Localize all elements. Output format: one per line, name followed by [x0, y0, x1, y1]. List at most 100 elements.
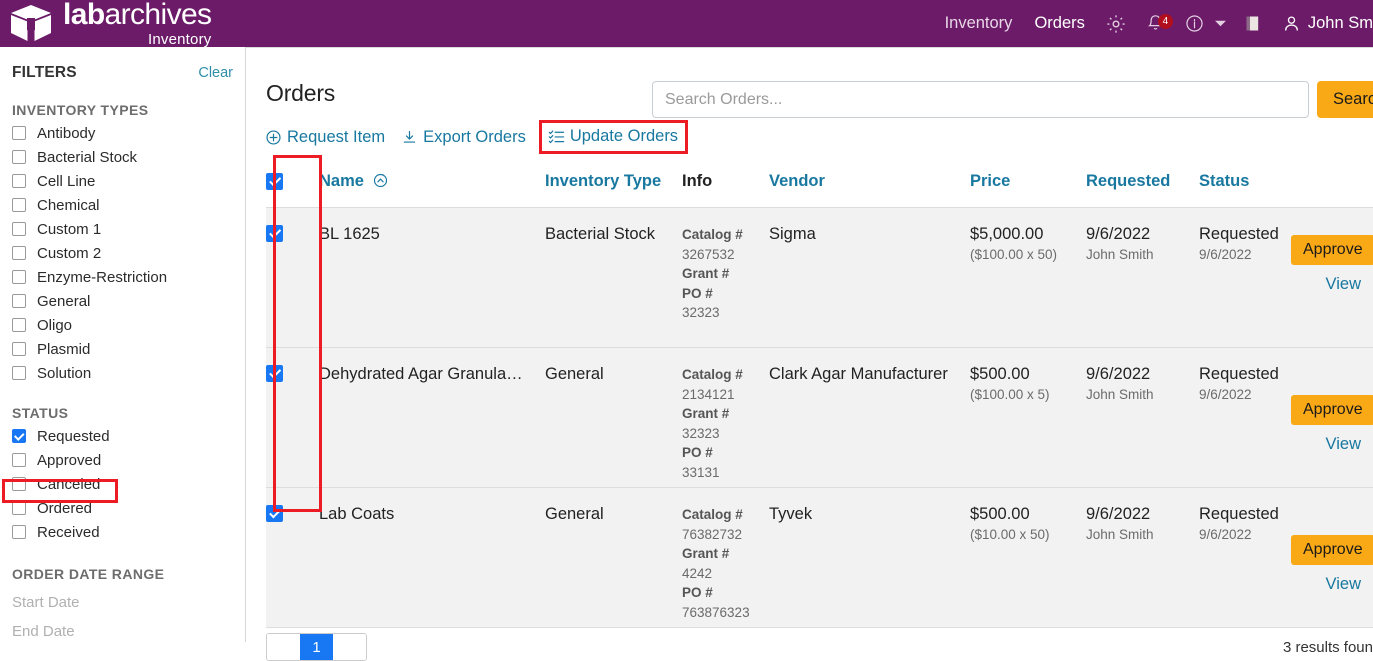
row-checkbox[interactable] — [266, 225, 283, 242]
column-header-name[interactable]: Name — [319, 172, 545, 191]
orders-table: Name Inventory Type Info Vendor Price Re… — [266, 155, 1373, 628]
notification-badge: 4 — [1158, 14, 1173, 29]
info-value-catalog: 76382732 — [682, 525, 769, 545]
requested-by: John Smith — [1086, 247, 1199, 262]
table-row[interactable]: Lab Coats General Catalog # 76382732 Gra… — [266, 488, 1373, 628]
export-orders-button[interactable]: Export Orders — [401, 128, 526, 147]
start-date-input[interactable]: Start Date — [12, 594, 233, 611]
checkbox[interactable] — [12, 174, 26, 188]
filter-status-approved[interactable]: Approved — [12, 448, 233, 472]
filter-antibody[interactable]: Antibody — [12, 121, 233, 145]
column-header-vendor[interactable]: Vendor — [769, 172, 970, 191]
column-header-price[interactable]: Price — [970, 172, 1086, 191]
filter-cell-line[interactable]: Cell Line — [12, 169, 233, 193]
filter-status-ordered[interactable]: Ordered — [12, 496, 233, 520]
pagination-next[interactable] — [333, 634, 366, 660]
pagination-page-1[interactable]: 1 — [300, 634, 333, 660]
filter-label: Plasmid — [37, 341, 90, 358]
view-link[interactable]: View — [1291, 275, 1373, 294]
update-orders-label: Update Orders — [570, 127, 678, 146]
notebook-button[interactable] — [1233, 13, 1272, 34]
request-item-button[interactable]: Request Item — [265, 128, 385, 147]
filter-plasmid[interactable]: Plasmid — [12, 337, 233, 361]
notifications-button[interactable]: 4 — [1136, 13, 1175, 34]
filter-custom-2[interactable]: Custom 2 — [12, 241, 233, 265]
column-header-requested[interactable]: Requested — [1086, 172, 1199, 191]
row-select-cell — [266, 365, 319, 382]
orders-toolbar: Request Item Export Orders Update Orders — [265, 120, 688, 154]
checkbox[interactable] — [12, 525, 26, 539]
filter-oligo[interactable]: Oligo — [12, 313, 233, 337]
filter-enzyme-restriction[interactable]: Enzyme-Restriction — [12, 265, 233, 289]
info-label-catalog: Catalog # — [682, 505, 769, 525]
update-orders-button[interactable]: Update Orders — [539, 120, 688, 154]
user-avatar[interactable] — [1272, 13, 1304, 34]
page-title: Orders — [266, 80, 335, 107]
checkbox[interactable] — [12, 294, 26, 308]
group-heading-order-date-range: ORDER DATE RANGE — [12, 566, 233, 582]
nav-link-orders[interactable]: Orders — [1023, 14, 1095, 33]
checkbox[interactable] — [12, 150, 26, 164]
column-header-info: Info — [682, 172, 769, 191]
checkbox[interactable] — [12, 429, 26, 443]
settings-button[interactable] — [1096, 13, 1136, 35]
search-input[interactable]: Search Orders... — [652, 81, 1309, 118]
row-checkbox[interactable] — [266, 365, 283, 382]
approve-button[interactable]: Approve — [1291, 395, 1373, 425]
checkbox[interactable] — [12, 222, 26, 236]
checkbox[interactable] — [12, 198, 26, 212]
row-checkbox[interactable] — [266, 505, 283, 522]
pagination-prev[interactable] — [267, 634, 300, 660]
checkbox[interactable] — [12, 318, 26, 332]
username-label[interactable]: John Sm — [1304, 14, 1373, 33]
user-icon — [1281, 13, 1302, 34]
filter-status-requested[interactable]: Requested — [12, 424, 233, 448]
filter-status-canceled[interactable]: Canceled — [12, 472, 233, 496]
checkbox[interactable] — [12, 126, 26, 140]
brand-logo[interactable]: labarchives Inventory — [0, 0, 211, 47]
checkbox[interactable] — [12, 270, 26, 284]
checkbox[interactable] — [12, 342, 26, 356]
approve-button[interactable]: Approve — [1291, 535, 1373, 565]
checkbox[interactable] — [12, 477, 26, 491]
price-amount: $5,000.00 — [970, 225, 1086, 244]
download-icon — [401, 129, 418, 146]
column-header-status[interactable]: Status — [1199, 172, 1291, 191]
info-label-catalog: Catalog # — [682, 225, 769, 245]
request-item-label: Request Item — [287, 128, 385, 147]
help-dropdown-toggle[interactable] — [1214, 17, 1233, 30]
top-header-bar: labarchives Inventory Inventory Orders 4 — [0, 0, 1373, 47]
gear-icon — [1105, 13, 1127, 35]
view-link[interactable]: View — [1291, 435, 1373, 454]
filter-label: Enzyme-Restriction — [37, 269, 167, 286]
checkbox[interactable] — [12, 453, 26, 467]
end-date-input[interactable]: End Date — [12, 623, 233, 640]
view-link[interactable]: View — [1291, 575, 1373, 594]
filter-status-received[interactable]: Received — [12, 520, 233, 544]
table-row[interactable]: BL 1625 Bacterial Stock Catalog # 326753… — [266, 208, 1373, 348]
filter-general[interactable]: General — [12, 289, 233, 313]
nav-link-inventory[interactable]: Inventory — [934, 14, 1024, 33]
filter-custom-1[interactable]: Custom 1 — [12, 217, 233, 241]
checkbox[interactable] — [12, 501, 26, 515]
filters-sidebar: FILTERS Clear INVENTORY TYPES Antibody B… — [0, 47, 246, 642]
filter-solution[interactable]: Solution — [12, 361, 233, 385]
table-header-row: Name Inventory Type Info Vendor Price Re… — [266, 155, 1373, 208]
info-value-catalog: 2134121 — [682, 385, 769, 405]
table-row[interactable]: Dehydrated Agar Granula… General Catalog… — [266, 348, 1373, 488]
checkbox[interactable] — [12, 366, 26, 380]
search-button[interactable]: Search — [1317, 81, 1373, 118]
help-info-button[interactable] — [1175, 13, 1214, 34]
filter-label: Custom 2 — [37, 245, 101, 262]
column-header-inventory-type[interactable]: Inventory Type — [545, 172, 682, 191]
filter-chemical[interactable]: Chemical — [12, 193, 233, 217]
chevron-up-circle-icon — [373, 173, 388, 188]
select-all-checkbox[interactable] — [266, 173, 283, 190]
clear-filters-button[interactable]: Clear — [198, 65, 233, 81]
orders-main-panel: Orders Request Item Export Orders Update… — [246, 47, 1373, 642]
filter-bacterial-stock[interactable]: Bacterial Stock — [12, 145, 233, 169]
checkbox[interactable] — [12, 246, 26, 260]
approve-button[interactable]: Approve — [1291, 235, 1373, 265]
cell-price: $5,000.00 ($100.00 x 50) — [970, 225, 1086, 262]
search-area: Search Orders... Search — [652, 81, 1373, 118]
